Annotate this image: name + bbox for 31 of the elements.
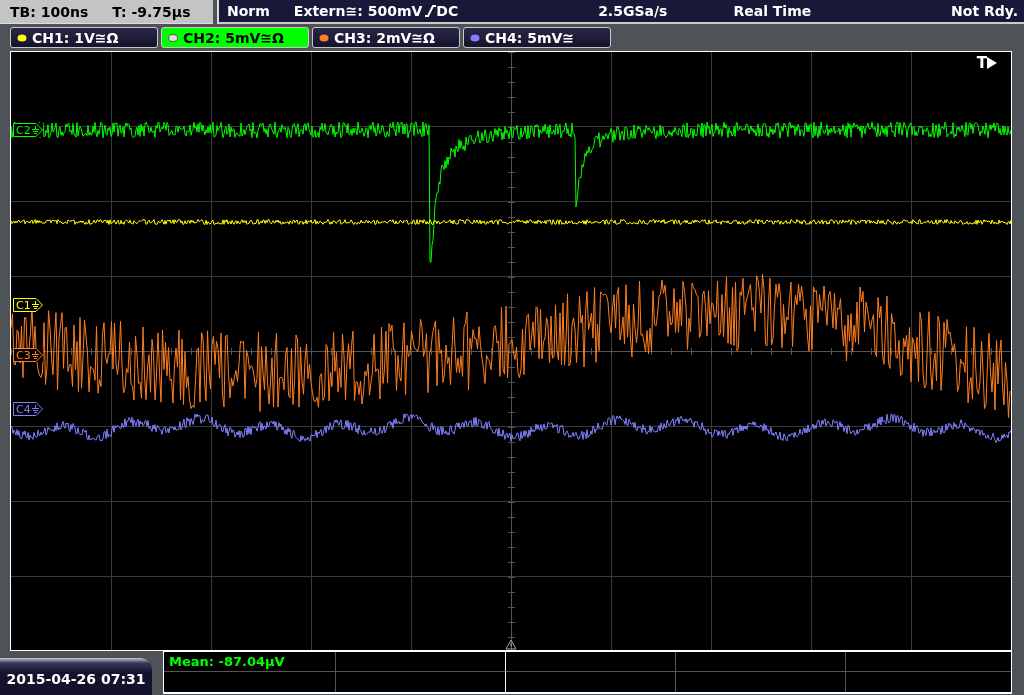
marker-label: C3: [16, 348, 31, 362]
channel-offset-marker[interactable]: C2: [13, 123, 43, 137]
trigger-time-label: T: -9.75µs: [112, 3, 191, 20]
channel-tab[interactable]: CH4: 5mV≅: [463, 27, 611, 48]
marker-label: C4: [16, 402, 31, 416]
ground-icon: [31, 126, 39, 134]
ground-icon: [31, 301, 39, 309]
acquisition-mode-label: Real Time: [733, 3, 812, 19]
trigger-position-icon: [505, 639, 517, 650]
trigger-mode-label: Norm: [227, 3, 270, 19]
coupling-label: DC: [436, 3, 459, 19]
channel-offset-marker[interactable]: C3: [13, 348, 43, 362]
sample-rate-label: 2.5GSa/s: [598, 3, 668, 19]
trigger-label: T: [976, 54, 987, 72]
date-time-label: 2015-04-26 07:31: [0, 658, 152, 695]
channel-color-dot: [168, 33, 178, 42]
measurement-value: Mean: -87.04µV: [164, 652, 336, 672]
marker-label: C1: [16, 298, 31, 312]
status-label: Not Rdy.: [951, 3, 1018, 19]
ground-icon: [31, 405, 39, 413]
marker-label: C2: [16, 123, 31, 137]
ground-icon: [31, 351, 39, 359]
trigger-source-label: Extern≅: 500mV: [293, 3, 423, 19]
timebase-label: TB: 100ns: [10, 3, 89, 20]
channel-tab[interactable]: CH1: 1V≅Ω: [10, 27, 158, 48]
trigger-arrow-icon: [987, 57, 997, 69]
channel-offset-marker[interactable]: C4: [13, 402, 43, 416]
channel-tab[interactable]: CH3: 2mV≅Ω: [312, 27, 460, 48]
channel-offset-marker[interactable]: C1: [13, 298, 43, 312]
rising-edge-icon: [424, 4, 437, 18]
channel-tab[interactable]: CH2: 5mV≅Ω: [161, 27, 309, 48]
